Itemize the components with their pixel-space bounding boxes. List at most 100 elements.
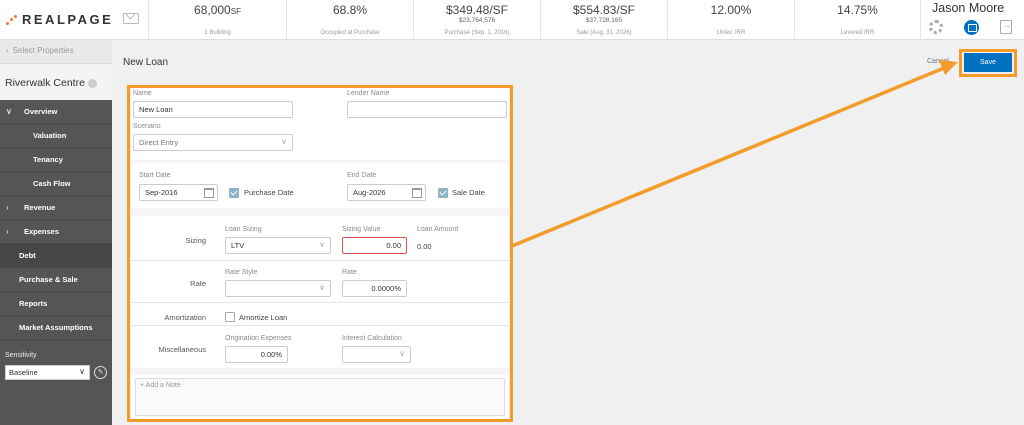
logout-icon[interactable]: [1000, 20, 1012, 34]
nav-expenses[interactable]: › Expenses: [0, 220, 112, 244]
chat-icon[interactable]: [964, 20, 979, 35]
name-label: Name: [133, 90, 152, 97]
section-divider: [131, 208, 509, 216]
chevron-right-icon: ›: [6, 203, 9, 212]
purchase-date-label: Purchase Date: [244, 188, 294, 197]
sale-date-label: Sale Date: [452, 188, 485, 197]
sale-date-checkbox[interactable]: [438, 188, 448, 198]
scenario-select[interactable]: Direct Entry ∨: [133, 134, 293, 151]
amortize-loan-checkbox[interactable]: [225, 312, 235, 322]
mail-icon[interactable]: [123, 13, 139, 24]
metric-building-area: 68,000SF 1 Building: [148, 0, 286, 40]
metric-value: $554.83/SF: [572, 3, 636, 17]
metric-unlevered-irr: 12.00% Unlev. IRR: [667, 0, 794, 40]
nav-label: Purchase & Sale: [19, 275, 78, 284]
chevron-down-icon: ∨: [79, 367, 85, 376]
start-date-input[interactable]: Sep-2016: [139, 184, 218, 201]
nav-market-assumptions[interactable]: Market Assumptions: [0, 316, 112, 340]
amortize-loan-label: Amortize Loan: [239, 313, 288, 322]
metric-occupancy: 68.8% Occupied at Purchase: [286, 0, 413, 40]
rate-label: Rate: [342, 269, 357, 276]
gear-icon[interactable]: [929, 20, 943, 34]
metric-caption: Levered IRR: [840, 30, 875, 36]
row-divider: [131, 260, 509, 261]
metric-value: 68,000: [194, 3, 231, 17]
cancel-link[interactable]: Cancel: [927, 58, 949, 65]
nav-label: Tenancy: [33, 155, 63, 164]
rate-style-label: Rate Style: [225, 269, 258, 276]
chevron-left-icon: ‹: [6, 46, 9, 55]
edit-property-icon[interactable]: [87, 78, 97, 88]
nav-label: Market Assumptions: [19, 323, 93, 332]
origination-expenses-input[interactable]: 0.00%: [225, 346, 288, 363]
miscellaneous-row-label: Miscellaneous: [158, 345, 206, 354]
nav-label: Reports: [19, 299, 48, 308]
metric-caption: 1 Building: [204, 30, 231, 36]
metric-value: $349.48/SF: [445, 3, 509, 17]
nav-debt[interactable]: Debt: [0, 244, 112, 268]
origination-expenses-label: Origination Expenses: [225, 335, 292, 342]
row-divider: [131, 302, 509, 303]
edit-sensitivity-icon[interactable]: ✎: [94, 366, 107, 379]
metric-sub: $23,764,576: [458, 17, 496, 24]
loan-amount-label: Loan Amount: [417, 226, 459, 233]
name-input[interactable]: New Loan: [133, 101, 293, 118]
sensitivity-value: Baseline: [9, 368, 38, 377]
arrow-line: [511, 66, 945, 248]
purchase-date-checkbox[interactable]: [229, 188, 239, 198]
chevron-right-icon: ›: [6, 227, 9, 236]
loan-sizing-select[interactable]: LTV ∨: [225, 237, 331, 254]
select-properties-label: Select Properties: [12, 46, 74, 55]
end-date-input[interactable]: Aug-2026: [347, 184, 426, 201]
nav-label: Debt: [19, 251, 36, 260]
nav-cash-flow[interactable]: Cash Flow: [0, 172, 112, 196]
sizing-value-input[interactable]: 0.00: [342, 237, 407, 254]
rate-row-label: Rate: [190, 279, 206, 288]
nav-tenancy[interactable]: Tenancy: [0, 148, 112, 172]
nav-label: Valuation: [33, 131, 67, 140]
loan-sizing-value: LTV: [231, 241, 245, 250]
nav-reports[interactable]: Reports: [0, 292, 112, 316]
sidebar: ‹ Select Properties Riverwalk Centre ∨ Ove…: [0, 40, 112, 425]
metric-sub: $37,728,165: [585, 17, 623, 24]
end-date-label: End Date: [347, 172, 377, 179]
metric-unit: SF: [230, 7, 241, 16]
realpage-logo[interactable]: REALPAGE: [6, 12, 113, 27]
rate-style-select[interactable]: ∨: [225, 280, 331, 297]
sizing-row-label: Sizing: [185, 236, 206, 245]
nav-label: Cash Flow: [33, 179, 71, 188]
scenario-label: Scenario: [133, 123, 161, 130]
section-divider: [131, 368, 509, 375]
chevron-down-icon: ∨: [281, 137, 287, 146]
metric-value: 14.75%: [837, 3, 878, 17]
select-properties-link[interactable]: ‹ Select Properties: [0, 40, 112, 64]
end-date-value: Aug-2026: [353, 188, 386, 197]
interest-calculation-select[interactable]: ∨: [342, 346, 411, 363]
user-name[interactable]: Jason Moore: [932, 1, 1004, 15]
property-name: Riverwalk Centre: [0, 64, 112, 100]
lender-name-input[interactable]: [347, 101, 507, 118]
sizing-value-label: Sizing Value: [342, 226, 381, 233]
nav-label: Revenue: [24, 203, 56, 212]
metric-sale: $554.83/SF $37,728,165 Sale (Aug. 31, 20…: [540, 0, 667, 40]
metric-caption: Sale (Aug. 31, 2026): [576, 30, 632, 36]
nav-revenue[interactable]: › Revenue: [0, 196, 112, 220]
nav-label: Overview: [24, 107, 58, 116]
calendar-icon[interactable]: [412, 188, 422, 198]
nav-purchase-sale[interactable]: Purchase & Sale: [0, 268, 112, 292]
metric-caption: Occupied at Purchase: [320, 30, 380, 36]
rate-input[interactable]: 0.0000%: [342, 280, 407, 297]
nav-label: Expenses: [24, 227, 60, 236]
logo-dots-icon: [6, 14, 20, 26]
nav-valuation[interactable]: Valuation: [0, 124, 112, 148]
logo-text: REALPAGE: [22, 12, 114, 27]
save-button[interactable]: Save: [964, 53, 1012, 72]
nav-overview[interactable]: ∨ Overview: [0, 100, 112, 124]
metric-value: 12.00%: [710, 3, 752, 17]
start-date-label: Start Date: [139, 172, 171, 179]
add-note-textarea[interactable]: + Add a Note: [135, 378, 505, 416]
chevron-down-icon: ∨: [6, 107, 12, 116]
note-placeholder: + Add a Note: [140, 382, 181, 389]
calendar-icon[interactable]: [204, 188, 214, 198]
sensitivity-select[interactable]: Baseline ∨: [5, 365, 90, 380]
